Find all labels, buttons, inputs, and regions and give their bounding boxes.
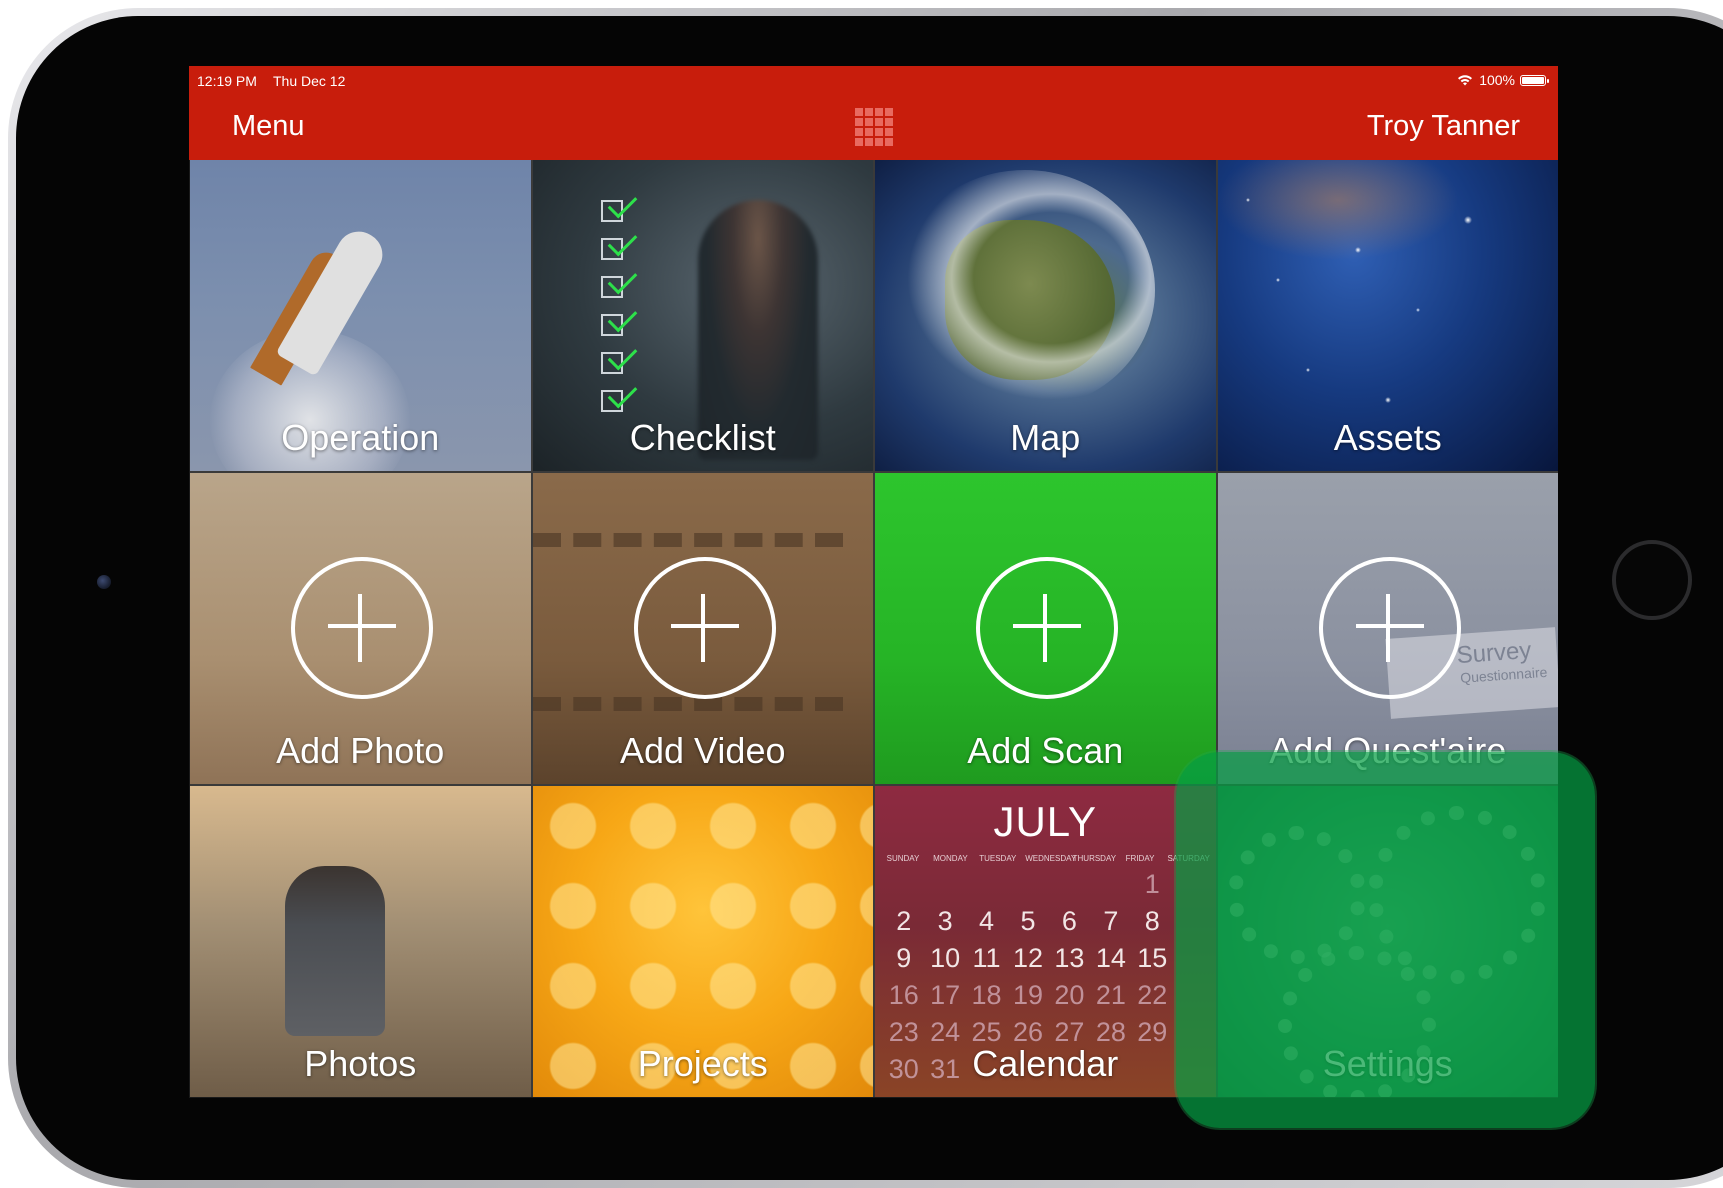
battery-percent: 100% xyxy=(1479,72,1515,88)
tile-label: Add Video xyxy=(620,730,786,771)
calendar-day: 7 xyxy=(1103,906,1119,936)
wifi-icon xyxy=(1458,75,1473,86)
calendar-day xyxy=(1049,866,1090,903)
weekday-label: WEDNESDAY xyxy=(1025,854,1077,863)
tile-label: Settings xyxy=(1322,1043,1453,1084)
tile-label: Add Photo xyxy=(276,730,445,771)
calendar-day: 14 xyxy=(1095,943,1126,973)
tile-label: Add Scan xyxy=(967,730,1124,771)
calendar-day: 5 xyxy=(1020,906,1036,936)
tile-label: Checklist xyxy=(629,417,776,458)
calendar-day: 20 xyxy=(1054,980,1085,1010)
tile-operation[interactable]: Operation xyxy=(190,160,531,471)
battery-icon xyxy=(1520,74,1549,86)
add-circle-icon xyxy=(976,557,1119,699)
weekday-label: FRIDAY xyxy=(1125,854,1155,863)
calendar-day: 17 xyxy=(930,980,961,1010)
nav-bar: Menu Troy Tanner xyxy=(189,94,1558,160)
add-circle-icon xyxy=(1318,557,1461,699)
tile-label: Projects xyxy=(637,1043,768,1084)
add-circle-icon xyxy=(633,557,776,699)
calendar-day: 11 xyxy=(972,943,1001,973)
status-indicators: 100% xyxy=(1456,72,1549,88)
gear-icon xyxy=(1227,826,1366,964)
tile-calendar[interactable]: JULY SUNDAY MONDAY TUESDAY WEDNESDAY THU… xyxy=(875,786,1216,1097)
tile-settings[interactable]: Settings xyxy=(1217,786,1558,1097)
weekday-label: THURSDAY xyxy=(1072,854,1117,863)
calendar-day: 13 xyxy=(1054,943,1085,973)
calendar-day: 10 xyxy=(930,943,961,973)
add-circle-icon xyxy=(291,557,434,699)
grid-icon[interactable] xyxy=(855,108,893,146)
tile-projects[interactable]: Projects xyxy=(532,786,873,1097)
tile-add-questionnaire[interactable]: Survey Questionnaire Add Quest'aire xyxy=(1217,473,1558,784)
calendar-day: 1 xyxy=(1144,869,1160,899)
calendar-day: 16 xyxy=(888,980,919,1010)
tile-checklist[interactable]: Checklist xyxy=(532,160,873,471)
home-button[interactable] xyxy=(1612,540,1692,620)
tile-add-scan[interactable]: Add Scan xyxy=(875,473,1216,784)
tile-label: Operation xyxy=(281,417,440,458)
calendar-month: JULY xyxy=(993,798,1098,845)
menu-button[interactable]: Menu xyxy=(232,110,305,143)
calendar-weekdays: SUNDAY MONDAY TUESDAY WEDNESDAY THURSDAY… xyxy=(883,854,1210,863)
checkmark-icons xyxy=(600,200,623,412)
calendar-day: 18 xyxy=(971,980,1002,1010)
calendar-day xyxy=(1007,866,1048,903)
tile-label: Add Quest'aire xyxy=(1269,730,1507,771)
calendar-day xyxy=(883,866,924,903)
tile-add-video[interactable]: Add Video xyxy=(532,473,873,784)
calendar-day: 6 xyxy=(1061,906,1077,936)
user-name-button[interactable]: Troy Tanner xyxy=(1367,110,1520,143)
tile-assets[interactable]: Assets xyxy=(1217,160,1558,471)
calendar-day xyxy=(966,866,1007,903)
tile-grid: Operation Checklist Map Assets Add Photo… xyxy=(190,160,1558,1097)
calendar-day: 9 xyxy=(896,943,912,973)
front-camera xyxy=(97,575,111,589)
photographer-image xyxy=(285,866,385,1036)
weekday-label: TUESDAY xyxy=(979,854,1017,863)
status-bar: 12:19 PM Thu Dec 12 100% xyxy=(189,66,1558,94)
calendar-day: 8 xyxy=(1144,906,1160,936)
calendar-day xyxy=(1090,866,1131,903)
tile-map[interactable]: Map xyxy=(875,160,1216,471)
calendar-day xyxy=(924,866,965,903)
calendar-day: 15 xyxy=(1137,943,1168,973)
tile-label: Map xyxy=(1010,417,1081,458)
calendar-day: 3 xyxy=(937,906,953,936)
tile-label: Calendar xyxy=(972,1043,1119,1084)
calendar-day: 2 xyxy=(896,906,912,936)
tile-label: Assets xyxy=(1333,417,1442,458)
weekday-label: SATURDAY xyxy=(1167,854,1210,863)
cloud-image xyxy=(895,170,1155,410)
weekday-label: MONDAY xyxy=(933,854,968,863)
weekday-label: SUNDAY xyxy=(886,854,920,863)
app-screen: 12:19 PM Thu Dec 12 100% Menu Troy Tanne… xyxy=(189,66,1558,1098)
calendar-day: 21 xyxy=(1095,980,1126,1010)
calendar-day: 22 xyxy=(1137,980,1168,1010)
calendar-day: 12 xyxy=(1012,943,1044,973)
calendar-day: 4 xyxy=(979,906,995,936)
status-date: Thu Dec 12 xyxy=(273,73,346,89)
tile-label: Photos xyxy=(304,1043,417,1084)
tile-photos[interactable]: Photos xyxy=(190,786,531,1097)
tile-add-photo[interactable]: Add Photo xyxy=(190,473,531,784)
calendar-day: 19 xyxy=(1012,980,1044,1010)
status-time: 12:19 PM xyxy=(197,73,257,89)
